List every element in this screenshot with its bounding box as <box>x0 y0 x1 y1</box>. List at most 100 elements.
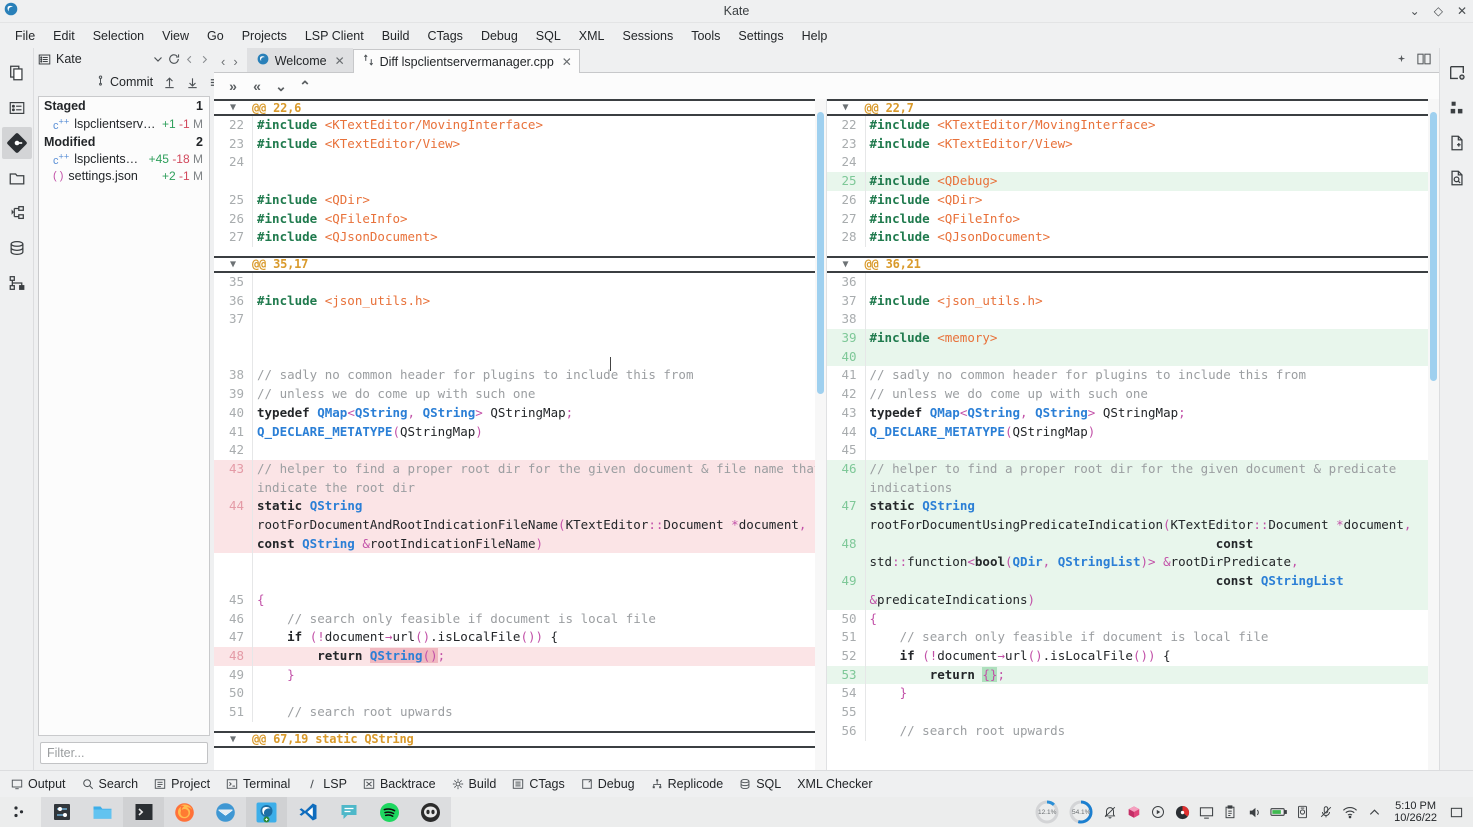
microphone-muted-icon[interactable] <box>1314 797 1338 827</box>
collapse-all-button[interactable]: « <box>246 75 268 97</box>
toolview-project[interactable]: Project <box>147 774 217 794</box>
sidebar-item-outline[interactable] <box>2 92 32 124</box>
toolview-output[interactable]: Output <box>4 774 73 794</box>
settings-app-icon[interactable] <box>41 797 82 827</box>
notifications-muted-icon[interactable] <box>1098 797 1122 827</box>
hunk-fold-toggle[interactable]: ▼ <box>214 259 252 270</box>
menu-item-debug[interactable]: Debug <box>472 26 527 46</box>
hunk-fold-toggle[interactable]: ▼ <box>827 102 865 113</box>
clock[interactable]: 5:10 PM 10/26/22 <box>1386 800 1445 824</box>
sidebar-item-hierarchy[interactable] <box>2 267 32 299</box>
media-play-icon[interactable] <box>1146 797 1170 827</box>
menu-item-edit[interactable]: Edit <box>44 26 84 46</box>
menu-item-ctags[interactable]: CTags <box>419 26 472 46</box>
chevron-left-icon[interactable] <box>184 54 195 65</box>
toolview-lsp[interactable]: LSP <box>299 774 354 794</box>
minimize-button[interactable]: ⌄ <box>1410 0 1420 23</box>
git-file-row[interactable]: c++lspclientserver...+45 -18 M <box>39 151 209 169</box>
diff-left-scrollbar-thumb[interactable] <box>817 112 824 394</box>
menu-item-build[interactable]: Build <box>373 26 419 46</box>
menu-item-tools[interactable]: Tools <box>682 26 729 46</box>
expand-all-button[interactable]: » <box>222 75 244 97</box>
toolview-backtrace[interactable]: Backtrace <box>356 774 443 794</box>
wifi-icon[interactable] <box>1338 797 1362 827</box>
file-manager-icon[interactable] <box>82 797 123 827</box>
hunk-header[interactable]: ▼@@ 36,21 <box>827 256 1440 273</box>
messenger-icon[interactable] <box>328 797 369 827</box>
hunk-fold-toggle[interactable]: ▼ <box>827 259 865 270</box>
diff-right-scrollbar-thumb[interactable] <box>1430 112 1437 380</box>
memory-gauge[interactable]: 54.1% <box>1068 799 1094 825</box>
new-file-icon[interactable] <box>1442 127 1472 159</box>
hunk-header[interactable]: ▼@@ 67,19 static QString <box>214 731 826 748</box>
toolview-debug[interactable]: Debug <box>574 774 642 794</box>
toolview-terminal[interactable]: Terminal <box>219 774 297 794</box>
toolview-build[interactable]: Build <box>445 774 504 794</box>
pull-down-icon[interactable] <box>181 75 204 90</box>
terminal-app-icon[interactable] <box>123 797 164 827</box>
hunk-header[interactable]: ▼@@ 22,6 <box>214 99 826 116</box>
toolview-xml-checker[interactable]: XML Checker <box>790 774 879 794</box>
tab-welcome[interactable]: Welcome✕ <box>247 48 353 72</box>
sidebar-item-git[interactable] <box>2 127 32 159</box>
thunderbird-icon[interactable] <box>205 797 246 827</box>
hunk-header[interactable]: ▼@@ 35,17 <box>214 256 826 273</box>
hunk-header[interactable]: ▼@@ 22,7 <box>827 99 1440 116</box>
menu-item-projects[interactable]: Projects <box>233 26 296 46</box>
spotify-icon[interactable] <box>369 797 410 827</box>
menu-item-help[interactable]: Help <box>793 26 837 46</box>
battery-icon[interactable] <box>1266 797 1290 827</box>
git-file-row[interactable]: ( )settings.json+2 -1 M <box>39 168 209 184</box>
tab-close-icon[interactable]: ✕ <box>335 54 345 68</box>
menu-item-sessions[interactable]: Sessions <box>614 26 683 46</box>
sidebar-item-filesystem[interactable] <box>2 162 32 194</box>
menu-item-selection[interactable]: Selection <box>84 26 153 46</box>
package-update-icon[interactable] <box>1122 797 1146 827</box>
hunk-fold-toggle[interactable]: ▼ <box>214 734 252 745</box>
firefox-icon[interactable] <box>164 797 205 827</box>
kate-app-icon[interactable] <box>246 797 287 827</box>
toolview-sql[interactable]: SQL <box>732 774 788 794</box>
diff-pane-left[interactable]: ▼@@ 22,622#include <KTextEditor/MovingIn… <box>214 99 827 770</box>
menu-item-go[interactable]: Go <box>198 26 233 46</box>
discord-icon[interactable] <box>410 797 451 827</box>
disk-icon[interactable] <box>1170 797 1194 827</box>
git-file-row[interactable]: c++lspclientserver...+1 -1 M <box>39 115 209 133</box>
clipboard-icon[interactable] <box>1218 797 1242 827</box>
previous-hunk-button[interactable]: ⌃ <box>294 75 316 97</box>
cpu-gauge[interactable]: 12.1% <box>1034 799 1060 825</box>
vscode-icon[interactable] <box>287 797 328 827</box>
close-button[interactable]: ✕ <box>1457 0 1467 23</box>
sparkle-icon[interactable] <box>1396 53 1407 68</box>
show-hidden-tray-icon[interactable] <box>1362 797 1386 827</box>
chevron-right-icon[interactable] <box>199 54 210 65</box>
split-view-icon[interactable] <box>1417 53 1431 68</box>
grid-blocks-icon[interactable] <box>1442 92 1472 124</box>
tab-prev-button[interactable]: ‹ <box>218 54 228 69</box>
tab-diff[interactable]: Diff lspclientservermanager.cpp✕ <box>353 49 580 73</box>
refresh-icon[interactable] <box>168 53 180 65</box>
toolview-ctags[interactable]: CTags <box>505 774 571 794</box>
diff-right-scrollbar[interactable] <box>1428 99 1439 770</box>
tab-next-button[interactable]: › <box>230 54 240 69</box>
menu-item-view[interactable]: View <box>153 26 198 46</box>
diff-left-scrollbar[interactable] <box>815 99 826 770</box>
sidebar-item-lsp-symbols[interactable] <box>2 197 32 229</box>
push-up-icon[interactable] <box>158 75 181 90</box>
menu-item-lsp-client[interactable]: LSP Client <box>296 26 373 46</box>
commit-button[interactable]: Commit <box>90 74 158 90</box>
menu-item-xml[interactable]: XML <box>570 26 614 46</box>
menu-item-sql[interactable]: SQL <box>527 26 570 46</box>
start-menu-icon[interactable] <box>0 797 41 827</box>
display-icon[interactable] <box>1194 797 1218 827</box>
sidebar-item-database[interactable] <box>2 232 32 264</box>
tab-close-icon[interactable]: ✕ <box>562 55 572 69</box>
sidebar-item-documents[interactable] <box>2 57 32 89</box>
menu-item-settings[interactable]: Settings <box>729 26 792 46</box>
diff-pane-right[interactable]: ▼@@ 22,722#include <KTextEditor/MovingIn… <box>827 99 1440 770</box>
volume-icon[interactable] <box>1242 797 1266 827</box>
git-changes-list[interactable]: Staged1c++lspclientserver...+1 -1 MModif… <box>38 96 210 736</box>
search-file-icon[interactable] <box>1442 162 1472 194</box>
toolview-search[interactable]: Search <box>75 774 146 794</box>
device-icon[interactable] <box>1290 797 1314 827</box>
